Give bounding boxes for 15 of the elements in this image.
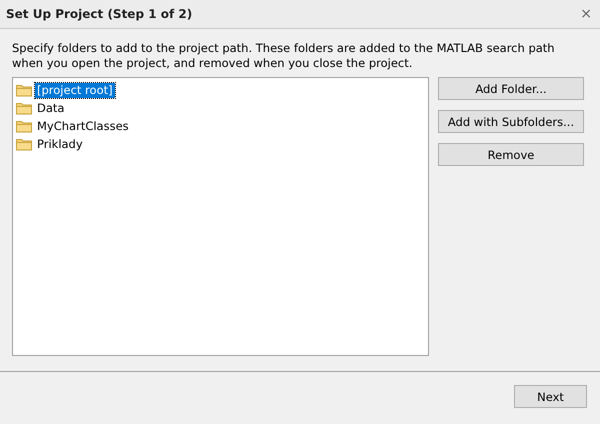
- next-button[interactable]: Next: [514, 385, 587, 408]
- folder-item[interactable]: Data: [35, 100, 66, 116]
- folder-item[interactable]: Priklady: [35, 136, 85, 152]
- folder-icon: [16, 102, 32, 114]
- instructions-text: Specify folders to add to the project path. These folders are added to the MATLAB search path when you open the project, and removed when you close the project.: [12, 41, 556, 71]
- close-button[interactable]: ×: [580, 6, 592, 22]
- folder-icon: [16, 84, 32, 96]
- folder-action-button[interactable]: Add with Subfolders...: [438, 110, 584, 133]
- folder-icon: [16, 120, 32, 132]
- window-title: Set Up Project (Step 1 of 2): [6, 7, 192, 21]
- folder-item[interactable]: [project root]: [35, 82, 115, 98]
- folder-action-button[interactable]: Remove: [438, 143, 584, 166]
- folder-action-button[interactable]: Add Folder...: [438, 77, 584, 100]
- folder-icon: [16, 138, 32, 150]
- folder-item[interactable]: MyChartClasses: [35, 118, 131, 134]
